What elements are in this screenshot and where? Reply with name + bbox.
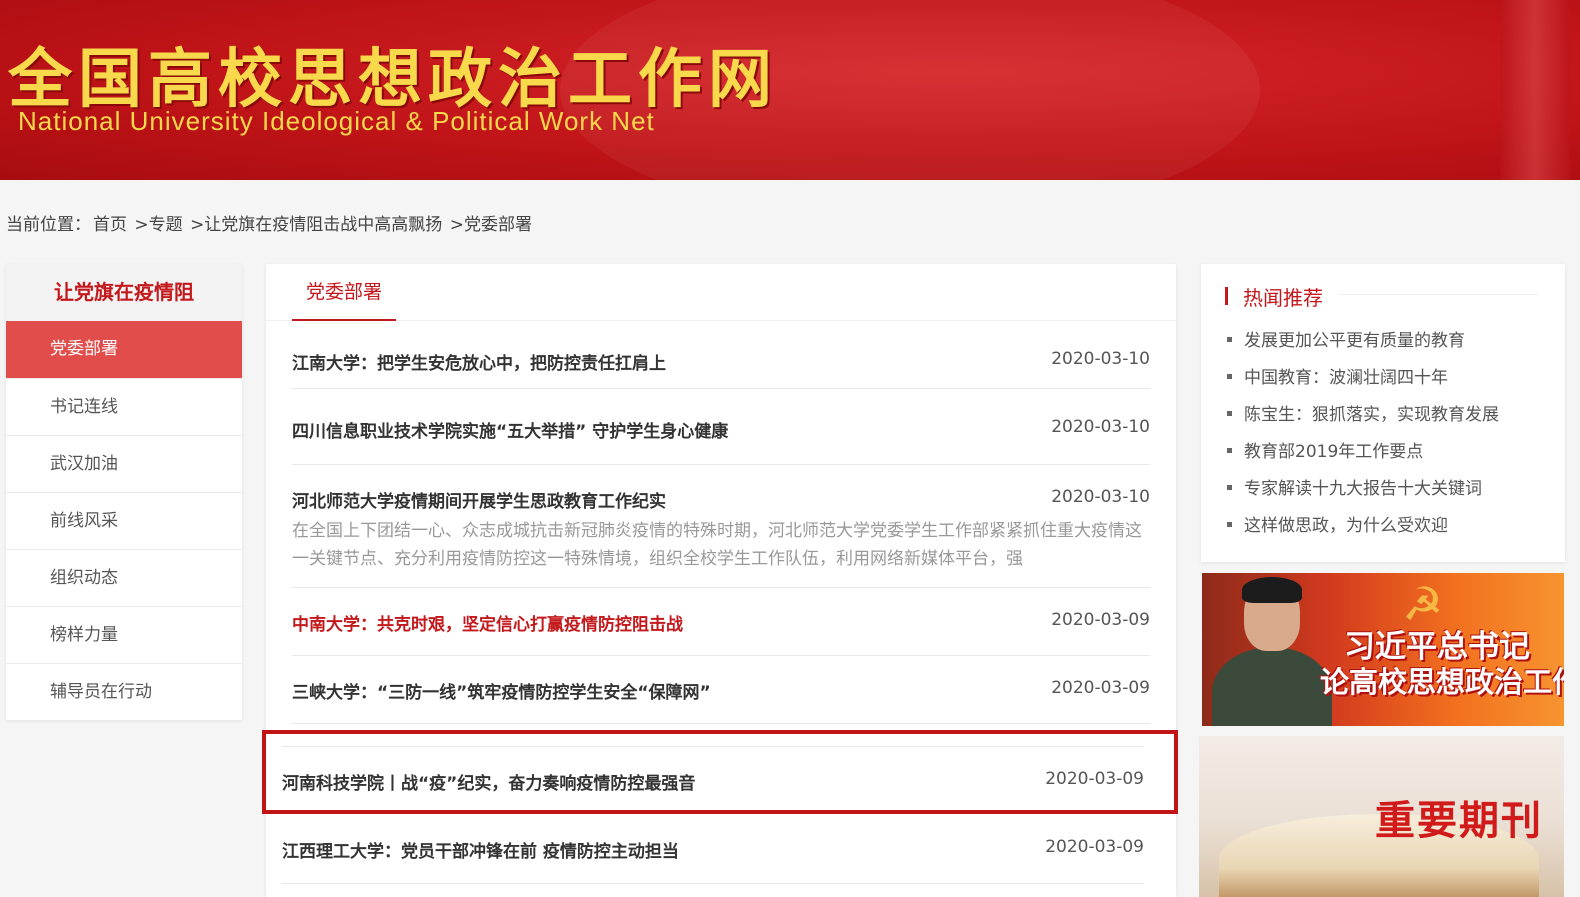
article-summary: 在全国上下团结一心、众志成城抗击新冠肺炎疫情的特殊时期，河北师范大学党委学生工作… bbox=[292, 521, 1142, 569]
bullet-icon bbox=[1227, 336, 1232, 342]
article-list-panel: 党委部署 江南大学：把学生安危放心中，把防控责任扛肩上 2020-03-10 四… bbox=[266, 264, 1176, 897]
portrait-image bbox=[1212, 577, 1332, 726]
list-item[interactable]: 中南大学：共克时艰，坚定信心打赢疫情防控阻击战 2020-03-09 bbox=[292, 588, 1150, 656]
bullet-icon bbox=[1227, 373, 1232, 379]
article-title[interactable]: 河北师范大学疫情期间开展学生思政教育工作纪实 bbox=[292, 487, 666, 512]
article-title[interactable]: 四川信息职业技术学院实施“五大举措” 守护学生身心健康 bbox=[292, 417, 728, 442]
breadcrumb: 当前位置： 首页 >专题 >让党旗在疫情阻击战中高高飘扬 >党委部署 bbox=[6, 210, 534, 235]
site-logo-en[interactable]: National University Ideological & Politi… bbox=[18, 106, 655, 137]
hot-news-title[interactable]: 中国教育：波澜壮阔四十年 bbox=[1244, 368, 1448, 388]
sidebar-item-org-news[interactable]: 组织动态 bbox=[6, 549, 242, 606]
article-title[interactable]: 中南大学：共克时艰，坚定信心打赢疫情防控阻击战 bbox=[292, 610, 683, 635]
list-item[interactable]: 江西理工大学：党员干部冲锋在前 疫情防控主动担当 2020-03-09 bbox=[282, 812, 1144, 884]
sidebar-item-counselors[interactable]: 辅导员在行动 bbox=[6, 663, 242, 720]
hot-news-heading: 热闻推荐 bbox=[1225, 282, 1323, 311]
leader-banner[interactable]: ☭ 习近平总书记 论高校思想政治工作 bbox=[1202, 573, 1564, 726]
bullet-icon bbox=[1227, 484, 1232, 490]
tab-bar: 党委部署 bbox=[266, 264, 1176, 321]
hot-news-title[interactable]: 这样做思政，为什么受欢迎 bbox=[1244, 516, 1448, 536]
hot-news-item[interactable]: 教育部2019年工作要点 bbox=[1227, 439, 1499, 476]
article-date: 2020-03-09 bbox=[1051, 678, 1150, 698]
hot-news-panel: 热闻推荐 发展更加公平更有质量的教育 中国教育：波澜壮阔四十年 陈宝生：狠抓落实… bbox=[1201, 264, 1565, 562]
hot-news-item[interactable]: 这样做思政，为什么受欢迎 bbox=[1227, 513, 1499, 550]
list-item[interactable]: 三峡大学：“三防一线”筑牢疫情防控学生安全“保障网” 2020-03-09 bbox=[292, 656, 1150, 724]
sidebar-item-frontline[interactable]: 前线风采 bbox=[6, 492, 242, 549]
article-date: 2020-03-10 bbox=[1051, 487, 1150, 507]
article-date: 2020-03-09 bbox=[1045, 837, 1144, 857]
hot-news-divider bbox=[1339, 294, 1539, 295]
hot-news-title[interactable]: 发展更加公平更有质量的教育 bbox=[1244, 331, 1465, 351]
sidebar-title: 让党旗在疫情阻 bbox=[6, 264, 242, 321]
hot-news-item[interactable]: 发展更加公平更有质量的教育 bbox=[1227, 328, 1499, 365]
list-item[interactable]: 河北师范大学疫情期间开展学生思政教育工作纪实 2020-03-10 在全国上下团… bbox=[292, 465, 1150, 588]
article-title[interactable]: 江南大学：把学生安危放心中，把防控责任扛肩上 bbox=[292, 349, 666, 374]
list-item[interactable]: 江南大学：把学生安危放心中，把防控责任扛肩上 2020-03-10 bbox=[292, 321, 1150, 389]
sidebar-item-party-committee[interactable]: 党委部署 bbox=[6, 321, 242, 378]
hot-news-item[interactable]: 中国教育：波澜壮阔四十年 bbox=[1227, 365, 1499, 402]
hot-news-title[interactable]: 专家解读十九大报告十大关键词 bbox=[1244, 479, 1482, 499]
journal-banner-title: 重要期刊 bbox=[1375, 798, 1543, 844]
bullet-icon bbox=[1227, 521, 1232, 527]
article-title[interactable]: 江西理工大学：党员干部冲锋在前 疫情防控主动担当 bbox=[282, 837, 679, 862]
hot-news-item[interactable]: 陈宝生：狠抓落实，实现教育发展 bbox=[1227, 402, 1499, 439]
article-date: 2020-03-10 bbox=[1051, 417, 1150, 437]
article-title[interactable]: 三峡大学：“三防一线”筑牢疫情防控学生安全“保障网” bbox=[292, 678, 711, 703]
breadcrumb-home[interactable]: 首页 bbox=[93, 215, 127, 235]
bullet-icon bbox=[1227, 447, 1232, 453]
breadcrumb-topics[interactable]: >专题 bbox=[134, 215, 182, 235]
breadcrumb-topic[interactable]: >让党旗在疫情阻击战中高高飘扬 bbox=[190, 215, 442, 235]
site-header: 全国高校思想政治工作网 National University Ideologi… bbox=[0, 0, 1580, 180]
hot-news-list: 发展更加公平更有质量的教育 中国教育：波澜壮阔四十年 陈宝生：狠抓落实，实现教育… bbox=[1227, 328, 1499, 550]
leader-banner-line2: 论高校思想政治工作 bbox=[1320, 665, 1564, 699]
hot-news-title[interactable]: 教育部2019年工作要点 bbox=[1244, 442, 1423, 462]
article-title[interactable]: 河南科技学院丨战“疫”纪实，奋力奏响疫情防控最强音 bbox=[282, 769, 695, 794]
tab-party-committee[interactable]: 党委部署 bbox=[292, 264, 397, 321]
list-item[interactable]: 四川信息职业技术学院实施“五大举措” 守护学生身心健康 2020-03-10 bbox=[292, 389, 1150, 465]
breadcrumb-prefix: 当前位置： bbox=[6, 215, 91, 235]
bullet-icon bbox=[1227, 410, 1232, 416]
article-date: 2020-03-09 bbox=[1051, 610, 1150, 630]
breadcrumb-current: >党委部署 bbox=[449, 215, 532, 235]
sidebar-item-secretary-link[interactable]: 书记连线 bbox=[6, 378, 242, 435]
sidebar: 让党旗在疫情阻 党委部署 书记连线 武汉加油 前线风采 组织动态 榜样力量 辅导… bbox=[6, 264, 242, 720]
article-date: 2020-03-09 bbox=[1045, 769, 1144, 789]
hot-news-item[interactable]: 专家解读十九大报告十大关键词 bbox=[1227, 476, 1499, 513]
sidebar-item-wuhan[interactable]: 武汉加油 bbox=[6, 435, 242, 492]
hot-news-title[interactable]: 陈宝生：狠抓落实，实现教育发展 bbox=[1244, 405, 1499, 425]
sidebar-item-role-models[interactable]: 榜样力量 bbox=[6, 606, 242, 663]
journal-banner[interactable]: 重要期刊 bbox=[1199, 736, 1564, 897]
list-item[interactable]: 河南科技学院丨战“疫”纪实，奋力奏响疫情防控最强音 2020-03-09 bbox=[282, 746, 1144, 812]
article-date: 2020-03-10 bbox=[1051, 349, 1150, 369]
header-pillar-decoration bbox=[1500, 0, 1570, 180]
